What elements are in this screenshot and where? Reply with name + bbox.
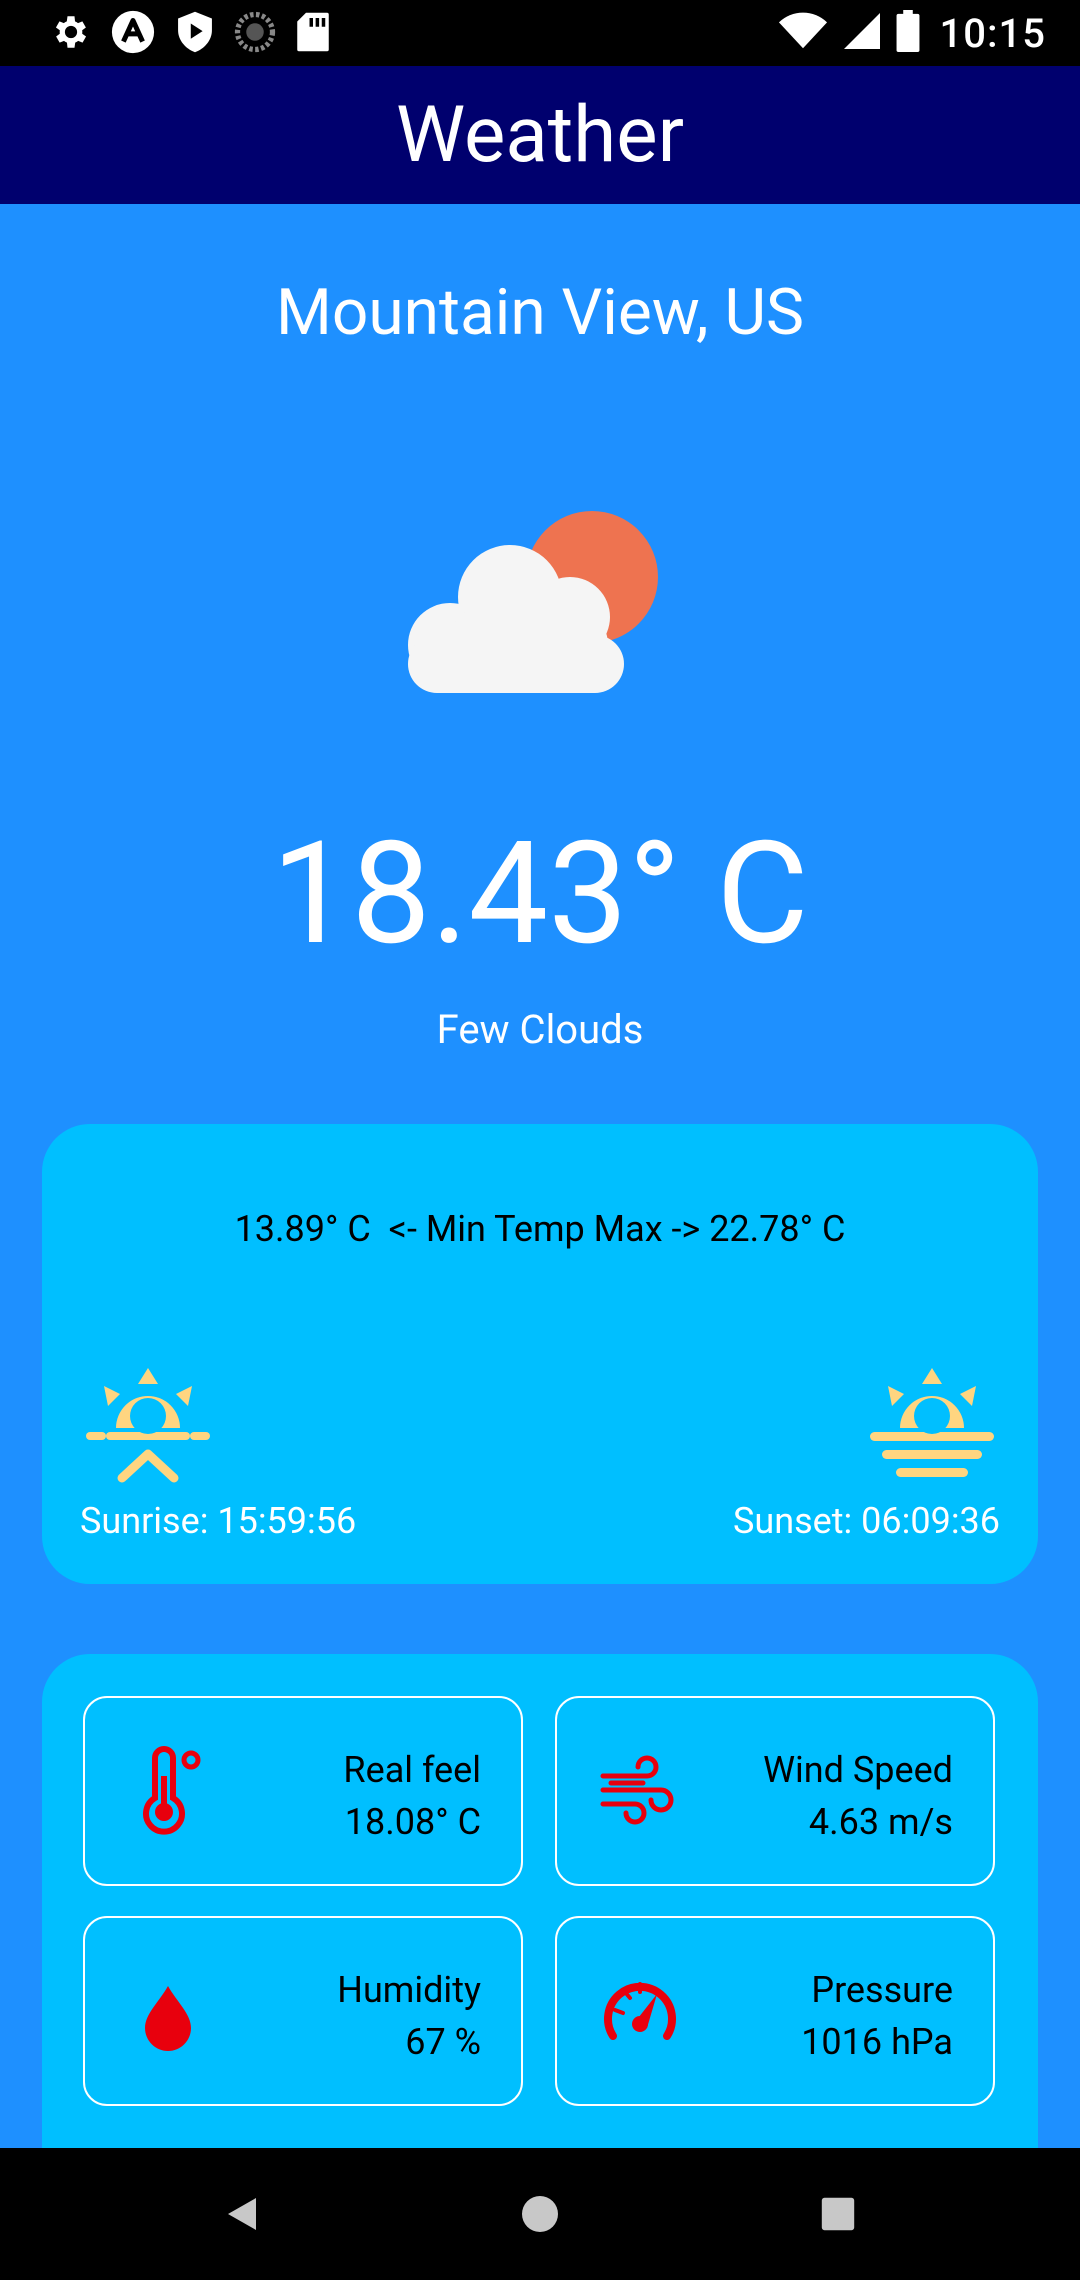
- weather-description: Few Clouds: [436, 1006, 644, 1053]
- status-bar-notifications: [50, 9, 332, 59]
- pressure-value: 1016 hPa: [801, 2021, 953, 2063]
- pressure-tile: Pressure 1016 hPa: [555, 1916, 995, 2106]
- recents-button[interactable]: [810, 2186, 866, 2242]
- sunset-time: Sunset: 06:09:36: [732, 1500, 1000, 1542]
- wind-speed-value: 4.63 m/s: [808, 1801, 953, 1843]
- loading-circle-icon: [234, 11, 276, 57]
- status-bar-system: 10:15: [778, 8, 1046, 58]
- thermometer-icon: [123, 1746, 213, 1836]
- sunrise-time: Sunrise: 15:59:56: [80, 1500, 357, 1542]
- home-icon: [522, 2196, 558, 2232]
- real-feel-tile: Real feel 18.08° C: [83, 1696, 523, 1886]
- wind-speed-label: Wind Speed: [763, 1749, 953, 1791]
- sunset-icon: [870, 1366, 994, 1484]
- status-bar-time: 10:15: [939, 9, 1046, 57]
- pressure-text: Pressure 1016 hPa: [801, 1964, 953, 2068]
- humidity-tile: Humidity 67 %: [83, 1916, 523, 2106]
- min-max-temperature: 13.89° C <- Min Temp Max -> 22.78° C: [234, 1208, 846, 1250]
- pressure-label: Pressure: [811, 1969, 953, 2011]
- real-feel-text: Real feel 18.08° C: [343, 1744, 481, 1848]
- summary-card: 13.89° C <- Min Temp Max -> 22.78° C Sun…: [42, 1124, 1038, 1584]
- humidity-value: 67 %: [405, 2021, 481, 2063]
- app-title: Weather: [395, 89, 685, 181]
- back-button[interactable]: [214, 2186, 270, 2242]
- current-temperature: 18.43° C: [271, 810, 809, 977]
- wifi-icon: [778, 11, 828, 55]
- navigation-bar: [0, 2148, 1080, 2280]
- real-feel-label: Real feel: [343, 1749, 481, 1791]
- play-protect-icon: [174, 10, 216, 58]
- autofill-icon: [110, 9, 156, 59]
- few-clouds-icon: [400, 505, 680, 705]
- back-icon: [228, 2198, 256, 2230]
- recents-icon: [821, 2197, 855, 2231]
- humidity-text: Humidity 67 %: [337, 1964, 481, 2068]
- real-feel-value: 18.08° C: [344, 1801, 481, 1843]
- wind-speed-tile: Wind Speed 4.63 m/s: [555, 1696, 995, 1886]
- gear-icon: [50, 11, 92, 57]
- signal-icon: [842, 11, 882, 55]
- sunrise-icon: [86, 1366, 210, 1484]
- water-drop-icon: [123, 1966, 213, 2056]
- gauge-icon: [595, 1966, 685, 2056]
- battery-icon: [896, 10, 920, 56]
- status-bar: 10:15: [0, 0, 1080, 66]
- location-name: Mountain View, US: [276, 275, 804, 350]
- wind-speed-text: Wind Speed 4.63 m/s: [763, 1744, 953, 1848]
- wind-icon: [595, 1746, 685, 1836]
- sd-card-icon: [294, 11, 332, 57]
- app-bar: Weather: [0, 66, 1080, 204]
- home-button[interactable]: [512, 2186, 568, 2242]
- humidity-label: Humidity: [337, 1969, 481, 2011]
